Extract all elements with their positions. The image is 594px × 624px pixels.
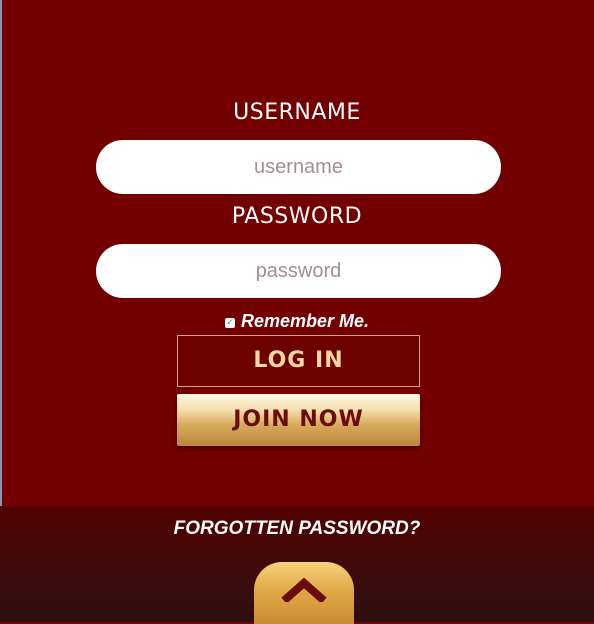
remember-me-checkbox[interactable]: ✓ bbox=[224, 317, 235, 328]
join-now-button[interactable]: JOIN NOW bbox=[177, 394, 420, 446]
footer-bar: FORGOTTEN PASSWORD? bbox=[0, 506, 594, 624]
password-input[interactable] bbox=[96, 244, 501, 298]
forgotten-password-link[interactable]: FORGOTTEN PASSWORD? bbox=[0, 518, 594, 540]
scroll-up-tab[interactable] bbox=[254, 562, 354, 624]
login-button[interactable]: LOG IN bbox=[177, 335, 420, 387]
username-input[interactable] bbox=[96, 140, 501, 194]
remember-me-row: ✓ Remember Me. bbox=[0, 311, 594, 332]
remember-me-label[interactable]: Remember Me. bbox=[241, 311, 369, 332]
chevron-up-icon bbox=[281, 577, 327, 602]
username-label: USERNAME bbox=[233, 100, 361, 125]
password-label: PASSWORD bbox=[231, 204, 363, 229]
checkmark-icon: ✓ bbox=[226, 317, 234, 328]
